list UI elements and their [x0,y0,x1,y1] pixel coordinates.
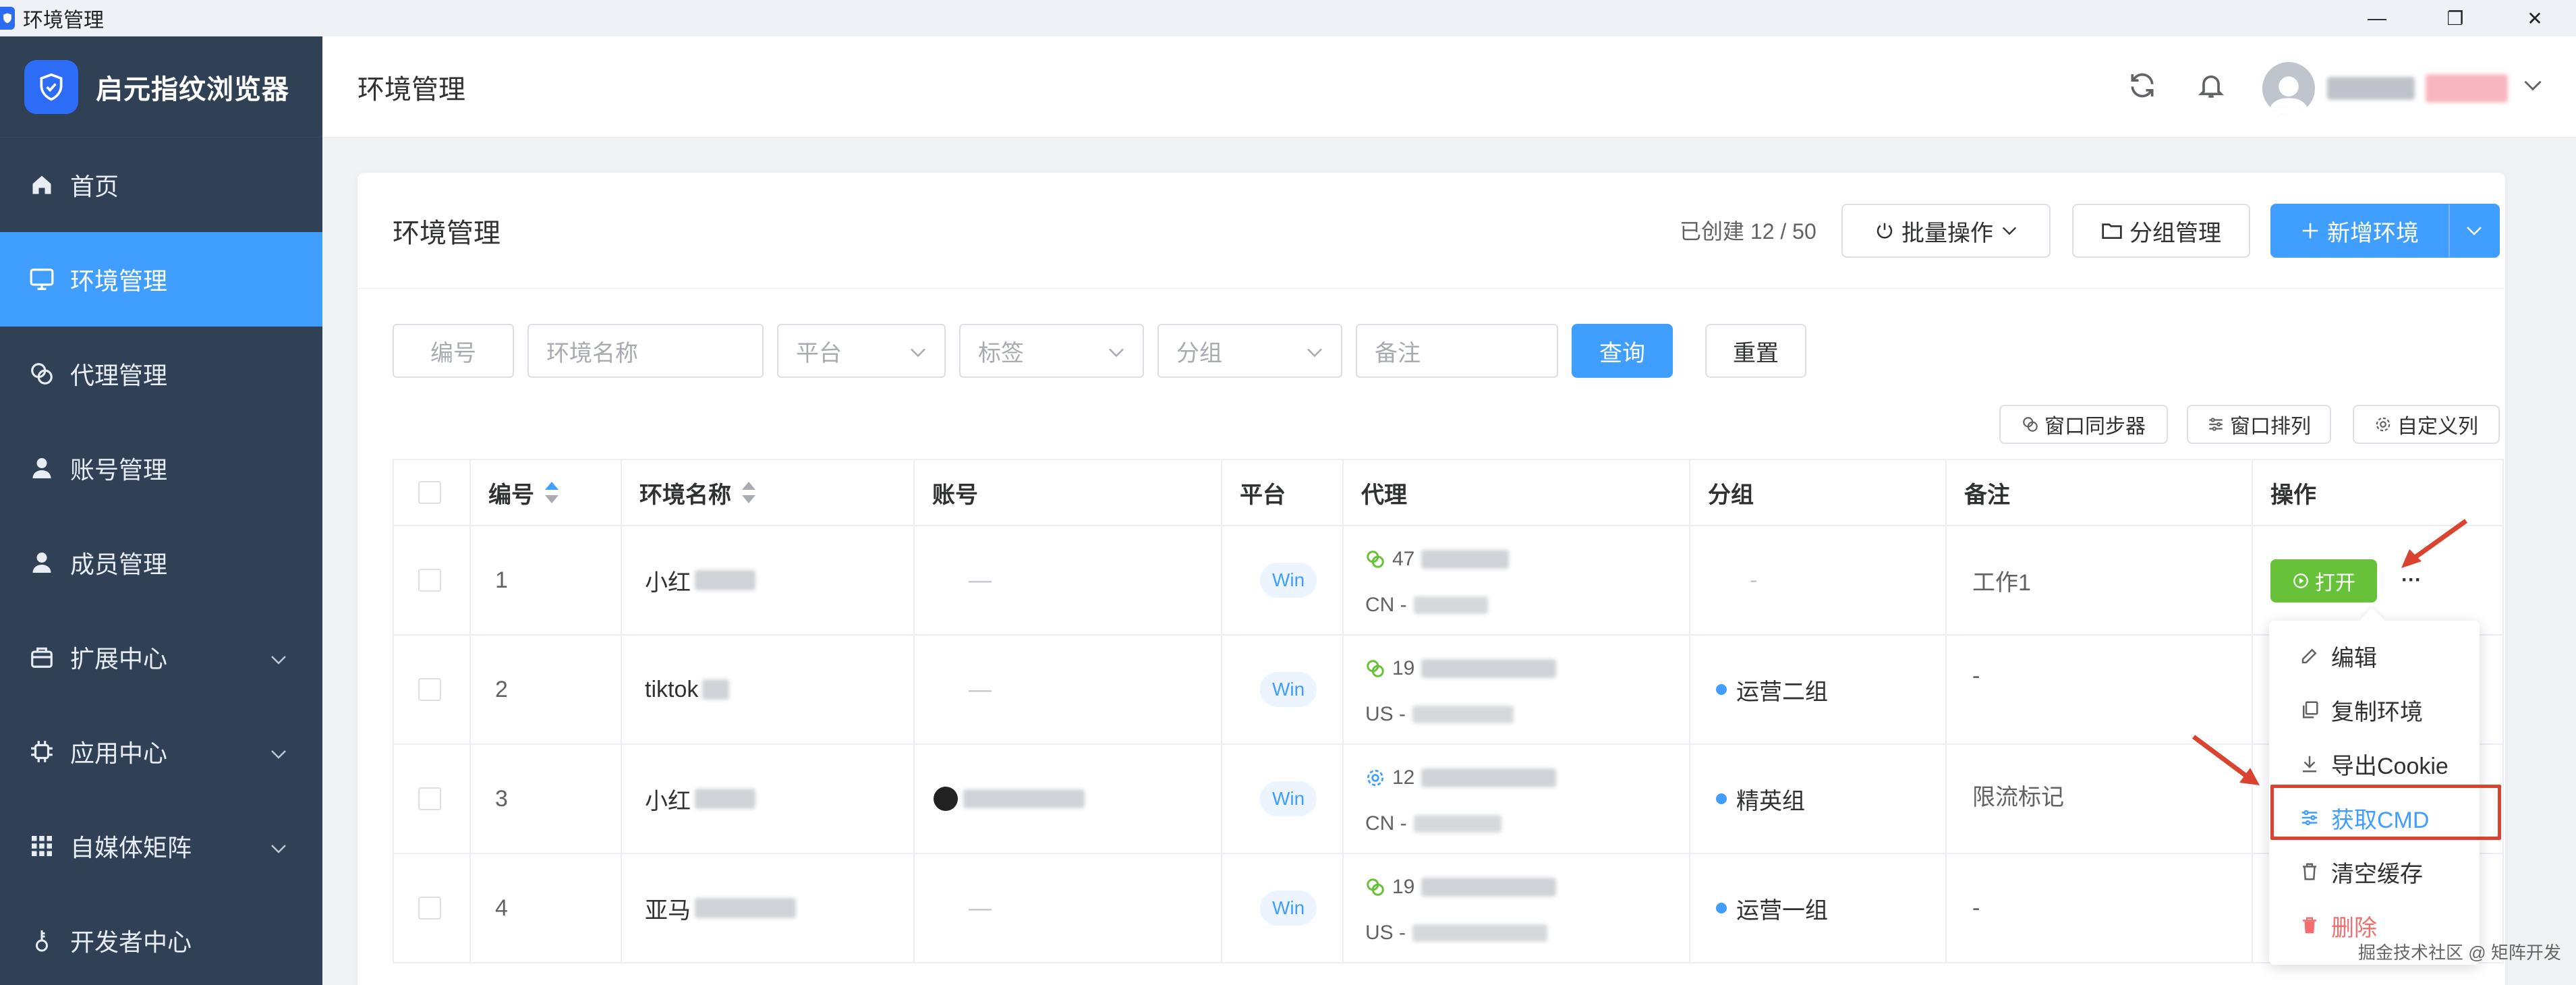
watermark: 掘金技术社区 @ 矩阵开发 [2358,942,2561,963]
arrow-to-more-actions [2401,519,2468,568]
arrow-to-get-cmd [2192,735,2260,785]
annotation-arrows [2192,519,2468,785]
